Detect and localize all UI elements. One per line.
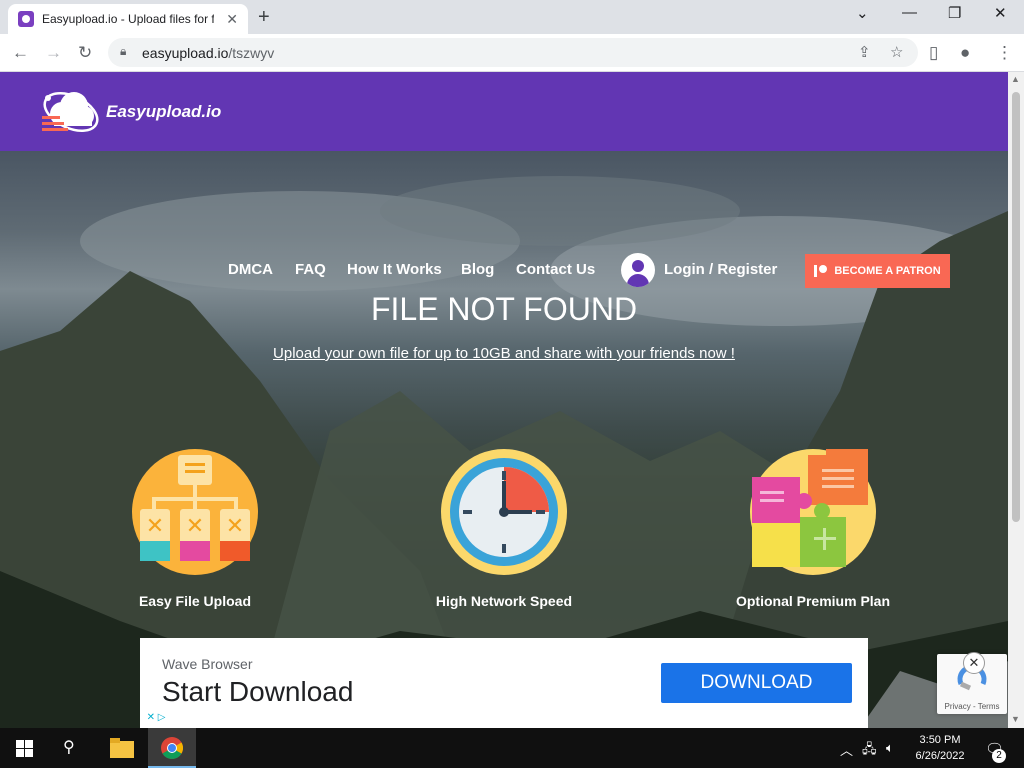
svg-text:✕: ✕ <box>146 514 164 539</box>
recaptcha-badge[interactable]: Privacy - Terms ✕ <box>937 652 1007 714</box>
close-window-button[interactable]: ✕ <box>994 4 1007 22</box>
side-panel-icon[interactable]: ▯ <box>929 43 938 63</box>
tab-close-icon[interactable]: ✕ <box>226 11 238 28</box>
clock-time: 3:50 PM <box>919 734 961 746</box>
file-tree-icon: ✕ ✕ ✕ <box>132 449 258 575</box>
lock-icon[interactable]: 🔒︎ <box>120 44 126 59</box>
cloud-logo-icon[interactable] <box>40 84 102 140</box>
nav-faq[interactable]: FAQ <box>295 261 326 278</box>
nav-blog[interactable]: Blog <box>461 261 494 278</box>
address-bar[interactable]: 🔒︎ easyupload.io/tszwyv ⇪ ☆ <box>108 38 918 67</box>
nav-dmca[interactable]: DMCA <box>228 261 273 278</box>
clock-icon <box>441 449 567 575</box>
maximize-button[interactable]: ❐ <box>948 4 961 22</box>
upload-link[interactable]: Upload your own file for up to 10GB and … <box>0 345 1008 362</box>
hero-section: DMCA FAQ How It Works Blog Contact Us Lo… <box>0 151 1008 728</box>
minimize-button[interactable]: — <box>902 4 917 21</box>
browser-tab-strip: Easyupload.io - Upload files for free ✕ … <box>0 0 1024 34</box>
nav-contact-us[interactable]: Contact Us <box>516 261 595 278</box>
recaptcha-close-icon[interactable]: ✕ <box>963 652 985 674</box>
ad-headline[interactable]: Start Download <box>162 676 353 708</box>
network-icon[interactable]: 🖧︎ <box>862 740 877 762</box>
profile-icon[interactable]: ● <box>960 43 970 63</box>
feature-label-easy-upload: Easy File Upload <box>138 593 252 609</box>
chrome-icon <box>161 737 183 759</box>
user-avatar-icon[interactable] <box>621 253 655 287</box>
search-icon[interactable]: ⚲ <box>63 737 75 757</box>
browser-tab[interactable]: Easyupload.io - Upload files for free ✕ <box>8 4 248 34</box>
become-patron-button[interactable]: BECOME A PATRON <box>805 254 950 288</box>
windows-taskbar: ⚲ ︿ 🖧︎ 🔈︎ 3:50 PM 6/26/2022 🗨︎ 2 <box>0 728 1024 768</box>
scroll-up-icon[interactable]: ▲ <box>1011 74 1020 84</box>
back-icon[interactable]: ← <box>12 43 29 63</box>
feature-label-network-speed: High Network Speed <box>435 593 573 609</box>
url-path: /tszwyv <box>228 45 275 61</box>
puzzle-icon <box>750 449 876 575</box>
patron-label: BECOME A PATRON <box>834 265 941 277</box>
nav-how-it-works[interactable]: How It Works <box>347 261 442 278</box>
forward-icon[interactable]: → <box>45 43 62 63</box>
clock-date: 6/26/2022 <box>915 750 965 762</box>
logo-text[interactable]: Easyupload.io <box>106 102 221 122</box>
site-header: Easyupload.io <box>0 72 1008 151</box>
patreon-icon <box>814 264 828 278</box>
login-register-link[interactable]: Login / Register <box>664 261 777 278</box>
site-favicon-icon <box>18 11 34 27</box>
recaptcha-terms[interactable]: Privacy - Terms <box>937 702 1007 711</box>
tray-chevron-icon[interactable]: ︿ <box>840 740 853 759</box>
new-tab-button[interactable]: + <box>258 6 270 29</box>
menu-kebab-icon[interactable]: ⋮ <box>996 43 1013 63</box>
scrollbar-thumb[interactable] <box>1012 92 1020 522</box>
tab-title: Easyupload.io - Upload files for free <box>42 12 214 26</box>
adchoices-icon[interactable]: ✕ ▷ <box>140 712 172 728</box>
browser-toolbar: ← → ↻ 🔒︎ easyupload.io/tszwyv ⇪ ☆ ▯ ● ⋮ <box>0 34 1024 72</box>
chrome-taskbar-button[interactable] <box>148 728 196 768</box>
windows-start-icon[interactable] <box>16 740 33 757</box>
svg-text:✕: ✕ <box>186 514 204 539</box>
notification-count-badge: 2 <box>992 749 1006 763</box>
url-domain: easyupload.io <box>142 45 229 61</box>
feature-label-premium: Optional Premium Plan <box>735 593 891 609</box>
volume-icon[interactable]: 🔈︎ <box>886 740 894 756</box>
ad-brand: Wave Browser <box>162 656 253 672</box>
svg-text:✕: ✕ <box>226 514 244 539</box>
page-scrollbar[interactable]: ▲ ▼ <box>1008 72 1024 728</box>
url-text[interactable]: easyupload.io/tszwyv <box>142 45 274 61</box>
ad-download-button[interactable]: DOWNLOAD <box>661 663 852 703</box>
tab-search-icon[interactable]: ⌄ <box>856 4 869 22</box>
reload-icon[interactable]: ↻ <box>78 43 92 63</box>
ad-banner[interactable]: Wave Browser Start Download DOWNLOAD ✕ ▷ <box>140 638 868 728</box>
taskbar-clock[interactable]: 3:50 PM 6/26/2022 <box>908 732 972 764</box>
scroll-down-icon[interactable]: ▼ <box>1011 714 1020 724</box>
file-explorer-icon[interactable] <box>110 738 134 758</box>
page-viewport: Easyupload.io DMCA FAQ How It Works Blog… <box>0 72 1008 728</box>
share-icon[interactable]: ⇪ <box>858 43 871 61</box>
bookmark-star-icon[interactable]: ☆ <box>890 43 903 61</box>
page-title: FILE NOT FOUND <box>370 291 638 327</box>
